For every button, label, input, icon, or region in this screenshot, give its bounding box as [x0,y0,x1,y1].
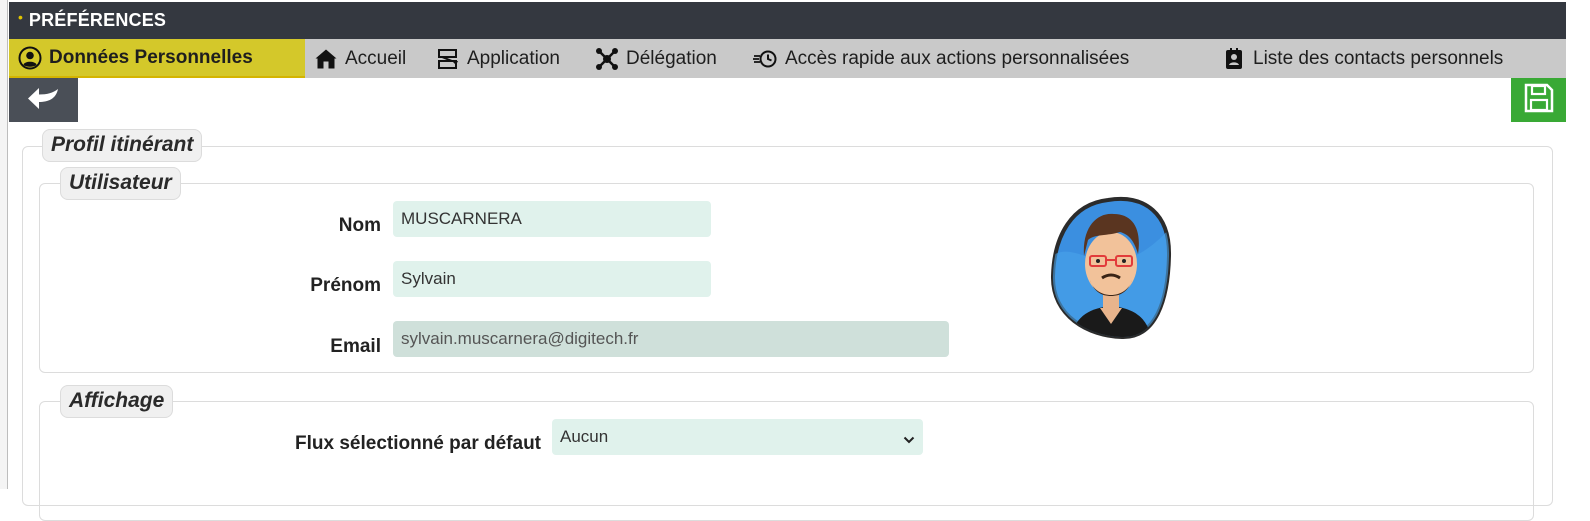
tab-label: Données Personnelles [49,46,253,68]
prenom-value: Sylvain [401,269,456,288]
tab-delegation[interactable]: Délégation [594,39,717,78]
display-legend: Affichage [60,385,174,418]
nom-field[interactable]: MUSCARNERA [393,201,711,237]
tab-application[interactable]: Application [435,39,560,78]
tab-acces-rapide[interactable]: Accès rapide aux actions personnalisées [753,39,1129,78]
nom-label: Nom [338,215,381,236]
quick-actions-icon [753,46,779,72]
user-circle-icon [17,45,43,71]
title-bar: • PRÉFÉRENCES [9,2,1566,39]
window-left-border [0,0,8,489]
avatar-icon[interactable] [1050,196,1172,341]
flux-label: Flux sélectionné par défaut [295,433,541,454]
tab-label: Application [467,47,560,69]
email-value: sylvain.muscarnera@digitech.fr [401,329,639,348]
tab-donnees-personnelles[interactable]: Données Personnelles [9,39,305,78]
tab-label: Liste des contacts personnels [1253,47,1504,69]
delegation-icon [594,46,620,72]
tab-liste-contacts[interactable]: Liste des contacts personnels [1221,39,1503,78]
page-title: PRÉFÉRENCES [28,10,167,30]
save-icon [1523,82,1555,119]
email-label: Email [330,336,381,357]
user-legend: Utilisateur [60,167,181,200]
profile-legend: Profil itinérant [42,129,203,162]
title-marker: • [18,8,23,25]
nom-value: MUSCARNERA [401,209,522,228]
flux-value: Aucun [560,427,609,446]
email-field: sylvain.muscarnera@digitech.fr [393,321,949,357]
tab-accueil[interactable]: Accueil [313,39,406,78]
flux-select[interactable]: Aucun [552,419,923,455]
tab-bar: Données Personnelles Accueil Application… [9,39,1566,78]
tab-label: Accès rapide aux actions personnalisées [785,47,1130,69]
application-icon [435,46,461,72]
save-button[interactable] [1511,78,1566,122]
prenom-field[interactable]: Sylvain [393,261,711,297]
tab-label: Accueil [345,47,407,69]
back-button[interactable] [9,78,78,122]
toolbar [9,78,1566,122]
contacts-icon [1221,46,1247,72]
chevron-down-icon [903,430,915,450]
window-right-edge [1566,0,1590,489]
prenom-label: Prénom [310,275,381,296]
tab-label: Délégation [626,47,717,69]
back-arrow-icon [26,85,62,116]
home-icon [313,46,339,72]
